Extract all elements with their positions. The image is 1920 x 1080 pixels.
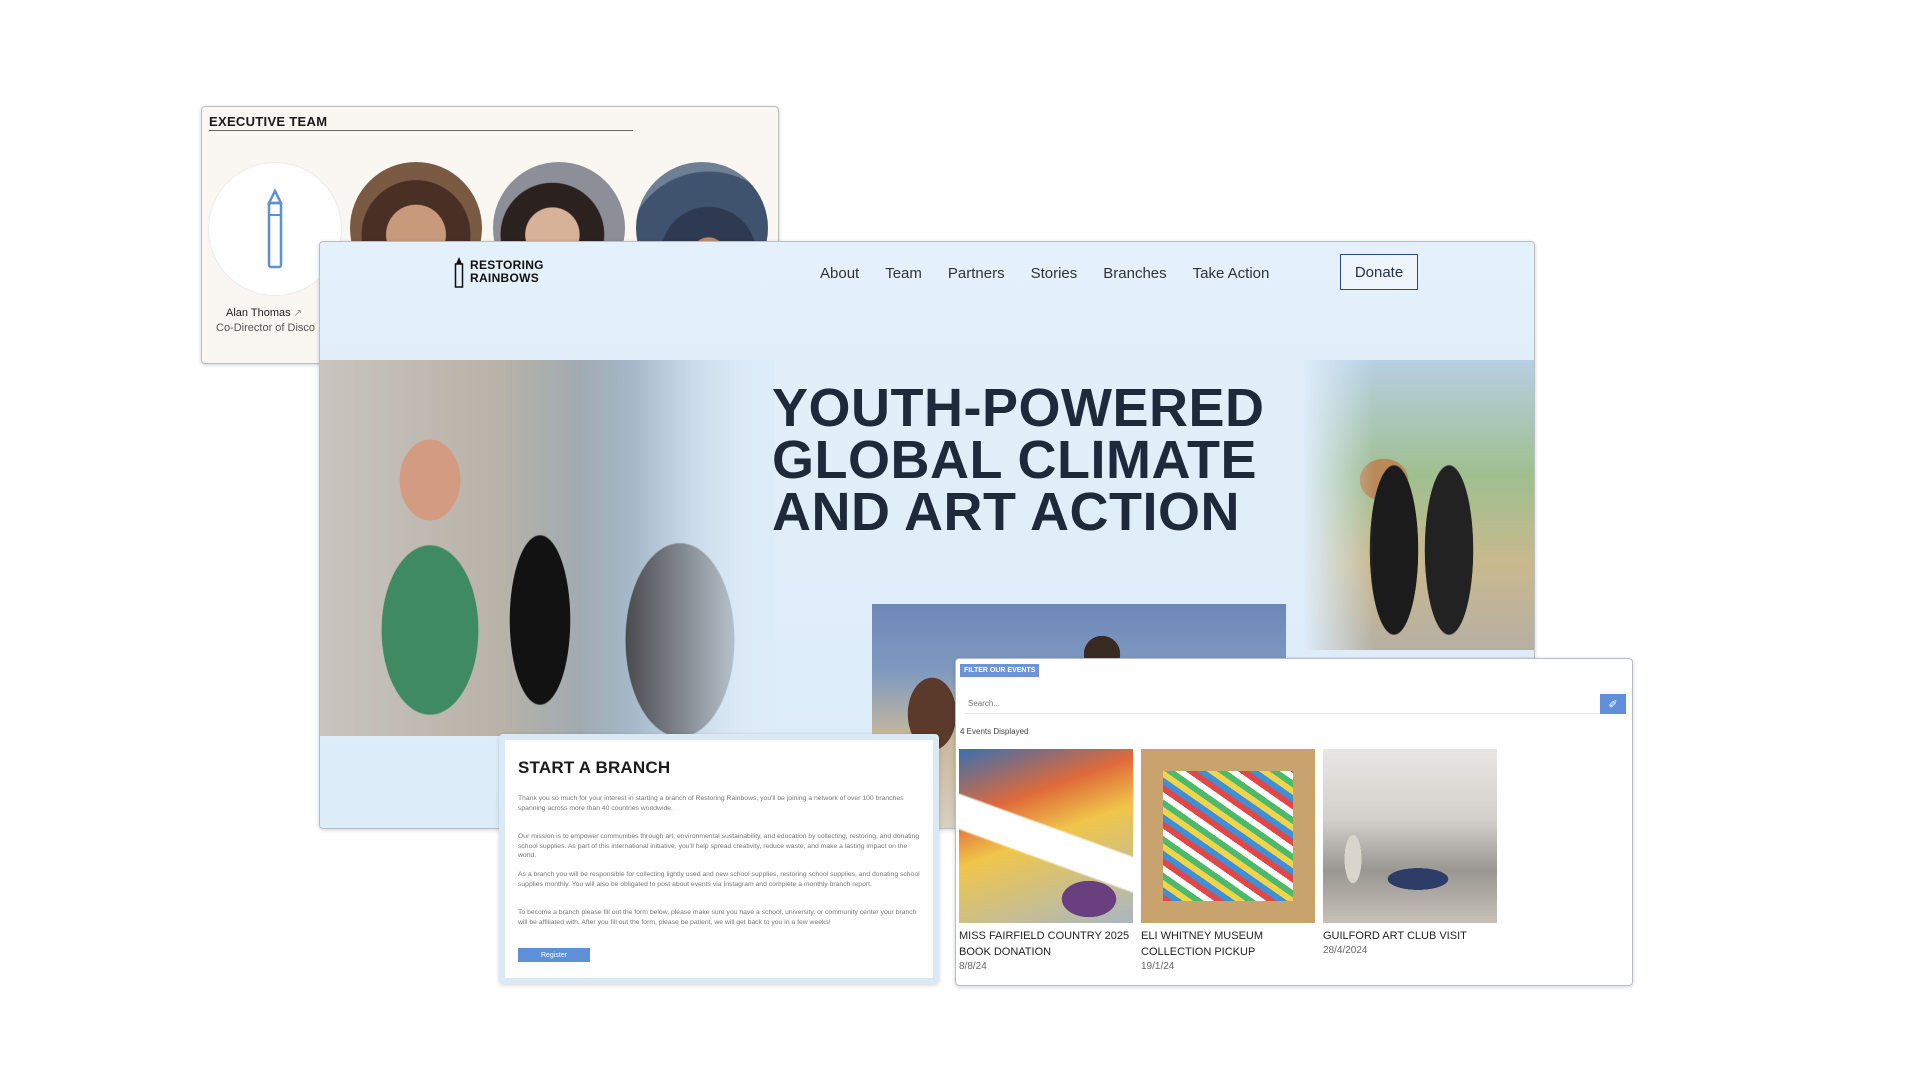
search-button[interactable]: ✐ xyxy=(1600,694,1626,714)
eraser-icon: ✐ xyxy=(1608,698,1618,711)
nav-about[interactable]: About xyxy=(820,265,859,282)
branch-paragraph: As a branch you will be responsible for … xyxy=(518,871,920,888)
external-link-icon: ↗ xyxy=(293,308,303,319)
event-date: 19/1/24 xyxy=(1141,961,1175,972)
donate-button[interactable]: Donate xyxy=(1340,254,1418,290)
nav-partners[interactable]: Partners xyxy=(948,265,1005,282)
event-card[interactable]: MISS FAIRFIELD COUNTRY 2025 BOOK DONATIO… xyxy=(959,749,1133,974)
event-date: 8/8/24 xyxy=(959,961,987,972)
member-name-text: Alan Thomas xyxy=(226,307,291,319)
hero-title-line: YOUTH-POWERED xyxy=(772,378,1265,438)
nav-branches[interactable]: Branches xyxy=(1103,265,1166,282)
hero-photo-right xyxy=(1304,360,1534,650)
events-card: FILTER OUR EVENTS ✐ 4 Events Displayed M… xyxy=(955,658,1633,986)
filter-events-label: FILTER OUR EVENTS xyxy=(960,664,1040,677)
logo-wordmark: RESTORING RAINBOWS xyxy=(470,259,544,285)
register-button[interactable]: Register xyxy=(518,948,590,962)
event-thumbnail xyxy=(1323,749,1497,923)
nav-team[interactable]: Team xyxy=(885,265,922,282)
nav-stories[interactable]: Stories xyxy=(1031,265,1078,282)
search-input[interactable] xyxy=(964,694,1604,714)
main-nav: About Team Partners Stories Branches Tak… xyxy=(820,265,1269,282)
branch-title: START A BRANCH xyxy=(518,758,671,777)
branch-paragraph: To become a branch please fill out the f… xyxy=(518,909,917,926)
hero-photo-left xyxy=(320,360,775,736)
branch-paragraph: Thank you so much for your interest in s… xyxy=(518,795,904,812)
event-thumbnail xyxy=(959,749,1133,923)
member-role: Co-Director of Disco xyxy=(216,322,316,334)
event-card[interactable]: ELI WHITNEY MUSEUM COLLECTION PICKUP 19/… xyxy=(1141,749,1315,974)
branch-paragraph: Our mission is to empower communities th… xyxy=(518,833,920,860)
member-name[interactable]: Alan Thomas ↗ xyxy=(226,307,302,319)
start-branch-card: START A BRANCH Thank you so much for you… xyxy=(499,734,939,984)
executive-team-heading: EXECUTIVE TEAM xyxy=(209,114,633,131)
event-thumbnail xyxy=(1141,749,1315,923)
hero-title-line: AND ART ACTION xyxy=(772,482,1240,542)
nav-take-action[interactable]: Take Action xyxy=(1193,265,1270,282)
event-title: ELI WHITNEY MUSEUM COLLECTION PICKUP xyxy=(1141,930,1264,958)
logo-line-2: RAINBOWS xyxy=(470,271,540,285)
event-title: GUILFORD ART CLUB VISIT xyxy=(1323,930,1467,942)
event-date: 28/4/2024 xyxy=(1323,945,1368,956)
site-logo[interactable]: RESTORING RAINBOWS xyxy=(454,256,544,288)
event-card[interactable]: GUILFORD ART CLUB VISIT 28/4/2024 xyxy=(1323,749,1497,958)
hero-title: YOUTH-POWERED GLOBAL CLIMATE AND ART ACT… xyxy=(772,378,1292,542)
event-title: MISS FAIRFIELD COUNTRY 2025 BOOK DONATIO… xyxy=(959,930,1130,958)
events-count: 4 Events Displayed xyxy=(960,727,1029,736)
hero-title-line: GLOBAL CLIMATE xyxy=(772,430,1257,490)
crayon-logo-icon xyxy=(454,257,464,288)
